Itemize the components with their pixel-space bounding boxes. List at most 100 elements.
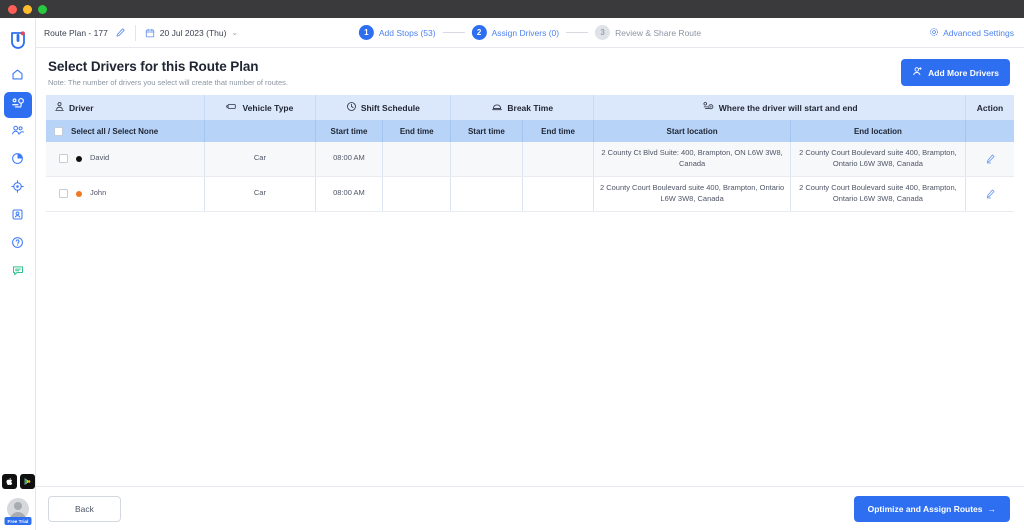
- store-badges: [2, 474, 35, 489]
- row-checkbox[interactable]: [59, 189, 68, 198]
- col-group-action-label: Action: [977, 103, 1003, 113]
- row-start-location: 2 County Court Boulevard suite 400, Bram…: [594, 176, 791, 211]
- optimize-and-assign-routes-button[interactable]: Optimize and Assign Routes →: [854, 496, 1010, 522]
- step-add-stops[interactable]: 1 Add Stops (53): [359, 25, 436, 40]
- team-icon: [11, 124, 25, 142]
- app-window: Free Trial Route Plan - 177: [0, 0, 1024, 530]
- table-row[interactable]: John Car 08:00 AM 2 County Court Bouleva…: [46, 176, 1014, 211]
- sidebar-item-analytics[interactable]: [4, 148, 32, 174]
- calendar-icon: [145, 28, 155, 38]
- sidebar-item-team[interactable]: [4, 120, 32, 146]
- sub-header-break-end: End time: [522, 120, 594, 142]
- row-end-location: 2 County Court Boulevard suite 400, Bram…: [790, 142, 965, 176]
- help-circle-icon: [11, 236, 24, 254]
- col-group-action: Action: [966, 95, 1014, 120]
- divider: [135, 25, 136, 41]
- sidebar: Free Trial: [0, 18, 36, 530]
- chevron-down-icon: ⌄: [231, 29, 238, 37]
- row-action-cell: [966, 142, 1014, 176]
- sub-header-shift-start: Start time: [315, 120, 383, 142]
- sidebar-item-chat[interactable]: [4, 260, 32, 286]
- sidebar-item-help[interactable]: [4, 232, 32, 258]
- close-window-button[interactable]: [8, 5, 17, 14]
- sub-header-vehicle-blank: [205, 120, 315, 142]
- topbar: Route Plan - 177 20 Jul 2023 (Thu) ⌄: [36, 18, 1024, 48]
- advanced-settings-label: Advanced Settings: [943, 28, 1014, 38]
- window-titlebar: [0, 0, 1024, 18]
- sidebar-item-contacts[interactable]: [4, 204, 32, 230]
- row-start-location: 2 County Ct Blvd Suite: 400, Brampton, O…: [594, 142, 791, 176]
- row-break-end[interactable]: [522, 142, 594, 176]
- drivers-table: Driver: [46, 95, 1014, 212]
- sub-header-end-location: End location: [790, 120, 965, 142]
- row-shift-end[interactable]: [383, 142, 451, 176]
- col-group-driver-label: Driver: [69, 103, 94, 113]
- row-break-start[interactable]: [451, 142, 523, 176]
- driver-color-dot: [76, 156, 82, 162]
- step-1-label: Add Stops (53): [379, 28, 436, 38]
- stepper: 1 Add Stops (53) 2 Assign Drivers (0) 3 …: [359, 25, 701, 40]
- advanced-settings-button[interactable]: Advanced Settings: [929, 27, 1014, 39]
- target-tracking-icon: [11, 180, 24, 198]
- zoom-window-button[interactable]: [38, 5, 47, 14]
- sub-header-shift-end: End time: [383, 120, 451, 142]
- step-review-share[interactable]: 3 Review & Share Route: [595, 25, 701, 40]
- row-shift-end[interactable]: [383, 176, 451, 211]
- add-more-drivers-button[interactable]: Add More Drivers: [901, 59, 1010, 86]
- edit-pencil-icon[interactable]: [971, 153, 1009, 164]
- step-connector: [443, 32, 465, 33]
- optimize-label: Optimize and Assign Routes: [868, 504, 983, 514]
- row-break-end[interactable]: [522, 176, 594, 211]
- table-body: David Car 08:00 AM 2 County Ct Blvd Suit…: [46, 142, 1014, 211]
- sidebar-item-home[interactable]: [4, 64, 32, 90]
- col-group-locations: Where the driver will start and end: [594, 95, 966, 120]
- table-group-header-row: Driver: [46, 95, 1014, 120]
- driver-color-dot: [76, 191, 82, 197]
- select-all-checkbox[interactable]: [54, 127, 63, 136]
- row-end-location: 2 County Court Boulevard suite 400, Bram…: [790, 176, 965, 211]
- route-planner-icon: [11, 96, 25, 115]
- add-more-drivers-label: Add More Drivers: [928, 68, 999, 78]
- row-shift-start[interactable]: 08:00 AM: [315, 176, 383, 211]
- google-play-icon[interactable]: [20, 474, 35, 489]
- step-3-number: 3: [595, 25, 610, 40]
- back-button[interactable]: Back: [48, 496, 121, 522]
- selected-date: 20 Jul 2023 (Thu): [160, 28, 227, 38]
- row-shift-start[interactable]: 08:00 AM: [315, 142, 383, 176]
- row-action-cell: [966, 176, 1014, 211]
- driver-name: John: [90, 188, 106, 199]
- table-sub-header-row: Select all / Select None Start time End …: [46, 120, 1014, 142]
- minimize-window-button[interactable]: [23, 5, 32, 14]
- route-location-icon: [702, 101, 715, 114]
- edit-pencil-icon[interactable]: [971, 188, 1009, 199]
- apple-app-store-icon[interactable]: [2, 474, 17, 489]
- step-2-label: Assign Drivers (0): [492, 28, 560, 38]
- table-row[interactable]: David Car 08:00 AM 2 County Ct Blvd Suit…: [46, 142, 1014, 176]
- row-break-start[interactable]: [451, 176, 523, 211]
- sidebar-item-tracking[interactable]: [4, 176, 32, 202]
- date-picker[interactable]: 20 Jul 2023 (Thu) ⌄: [145, 28, 238, 38]
- avatar[interactable]: Free Trial: [3, 494, 33, 524]
- sidebar-item-route-planner[interactable]: [4, 92, 32, 118]
- magnet-logo-icon[interactable]: [3, 26, 33, 56]
- driver-name: David: [90, 153, 109, 164]
- step-2-number: 2: [472, 25, 487, 40]
- col-group-locations-label: Where the driver will start and end: [719, 103, 858, 113]
- row-vehicle-type: Car: [205, 142, 315, 176]
- sub-header-break-start: Start time: [451, 120, 523, 142]
- step-assign-drivers[interactable]: 2 Assign Drivers (0): [472, 25, 560, 40]
- sidebar-nav: [0, 64, 35, 286]
- step-connector: [566, 32, 588, 33]
- row-checkbox[interactable]: [59, 154, 68, 163]
- pencil-icon[interactable]: [115, 27, 126, 38]
- row-driver-cell: John: [46, 176, 205, 211]
- break-icon: [491, 101, 503, 114]
- chat-bubble-icon: [11, 264, 25, 282]
- analytics-pie-icon: [11, 152, 24, 170]
- add-driver-icon: [912, 66, 923, 79]
- col-group-break-time: Break Time: [451, 95, 594, 120]
- page-title: Select Drivers for this Route Plan: [48, 59, 288, 74]
- drivers-table-wrapper: Driver: [36, 95, 1024, 212]
- select-all-cell[interactable]: Select all / Select None: [46, 120, 205, 142]
- driver-icon: [54, 101, 65, 114]
